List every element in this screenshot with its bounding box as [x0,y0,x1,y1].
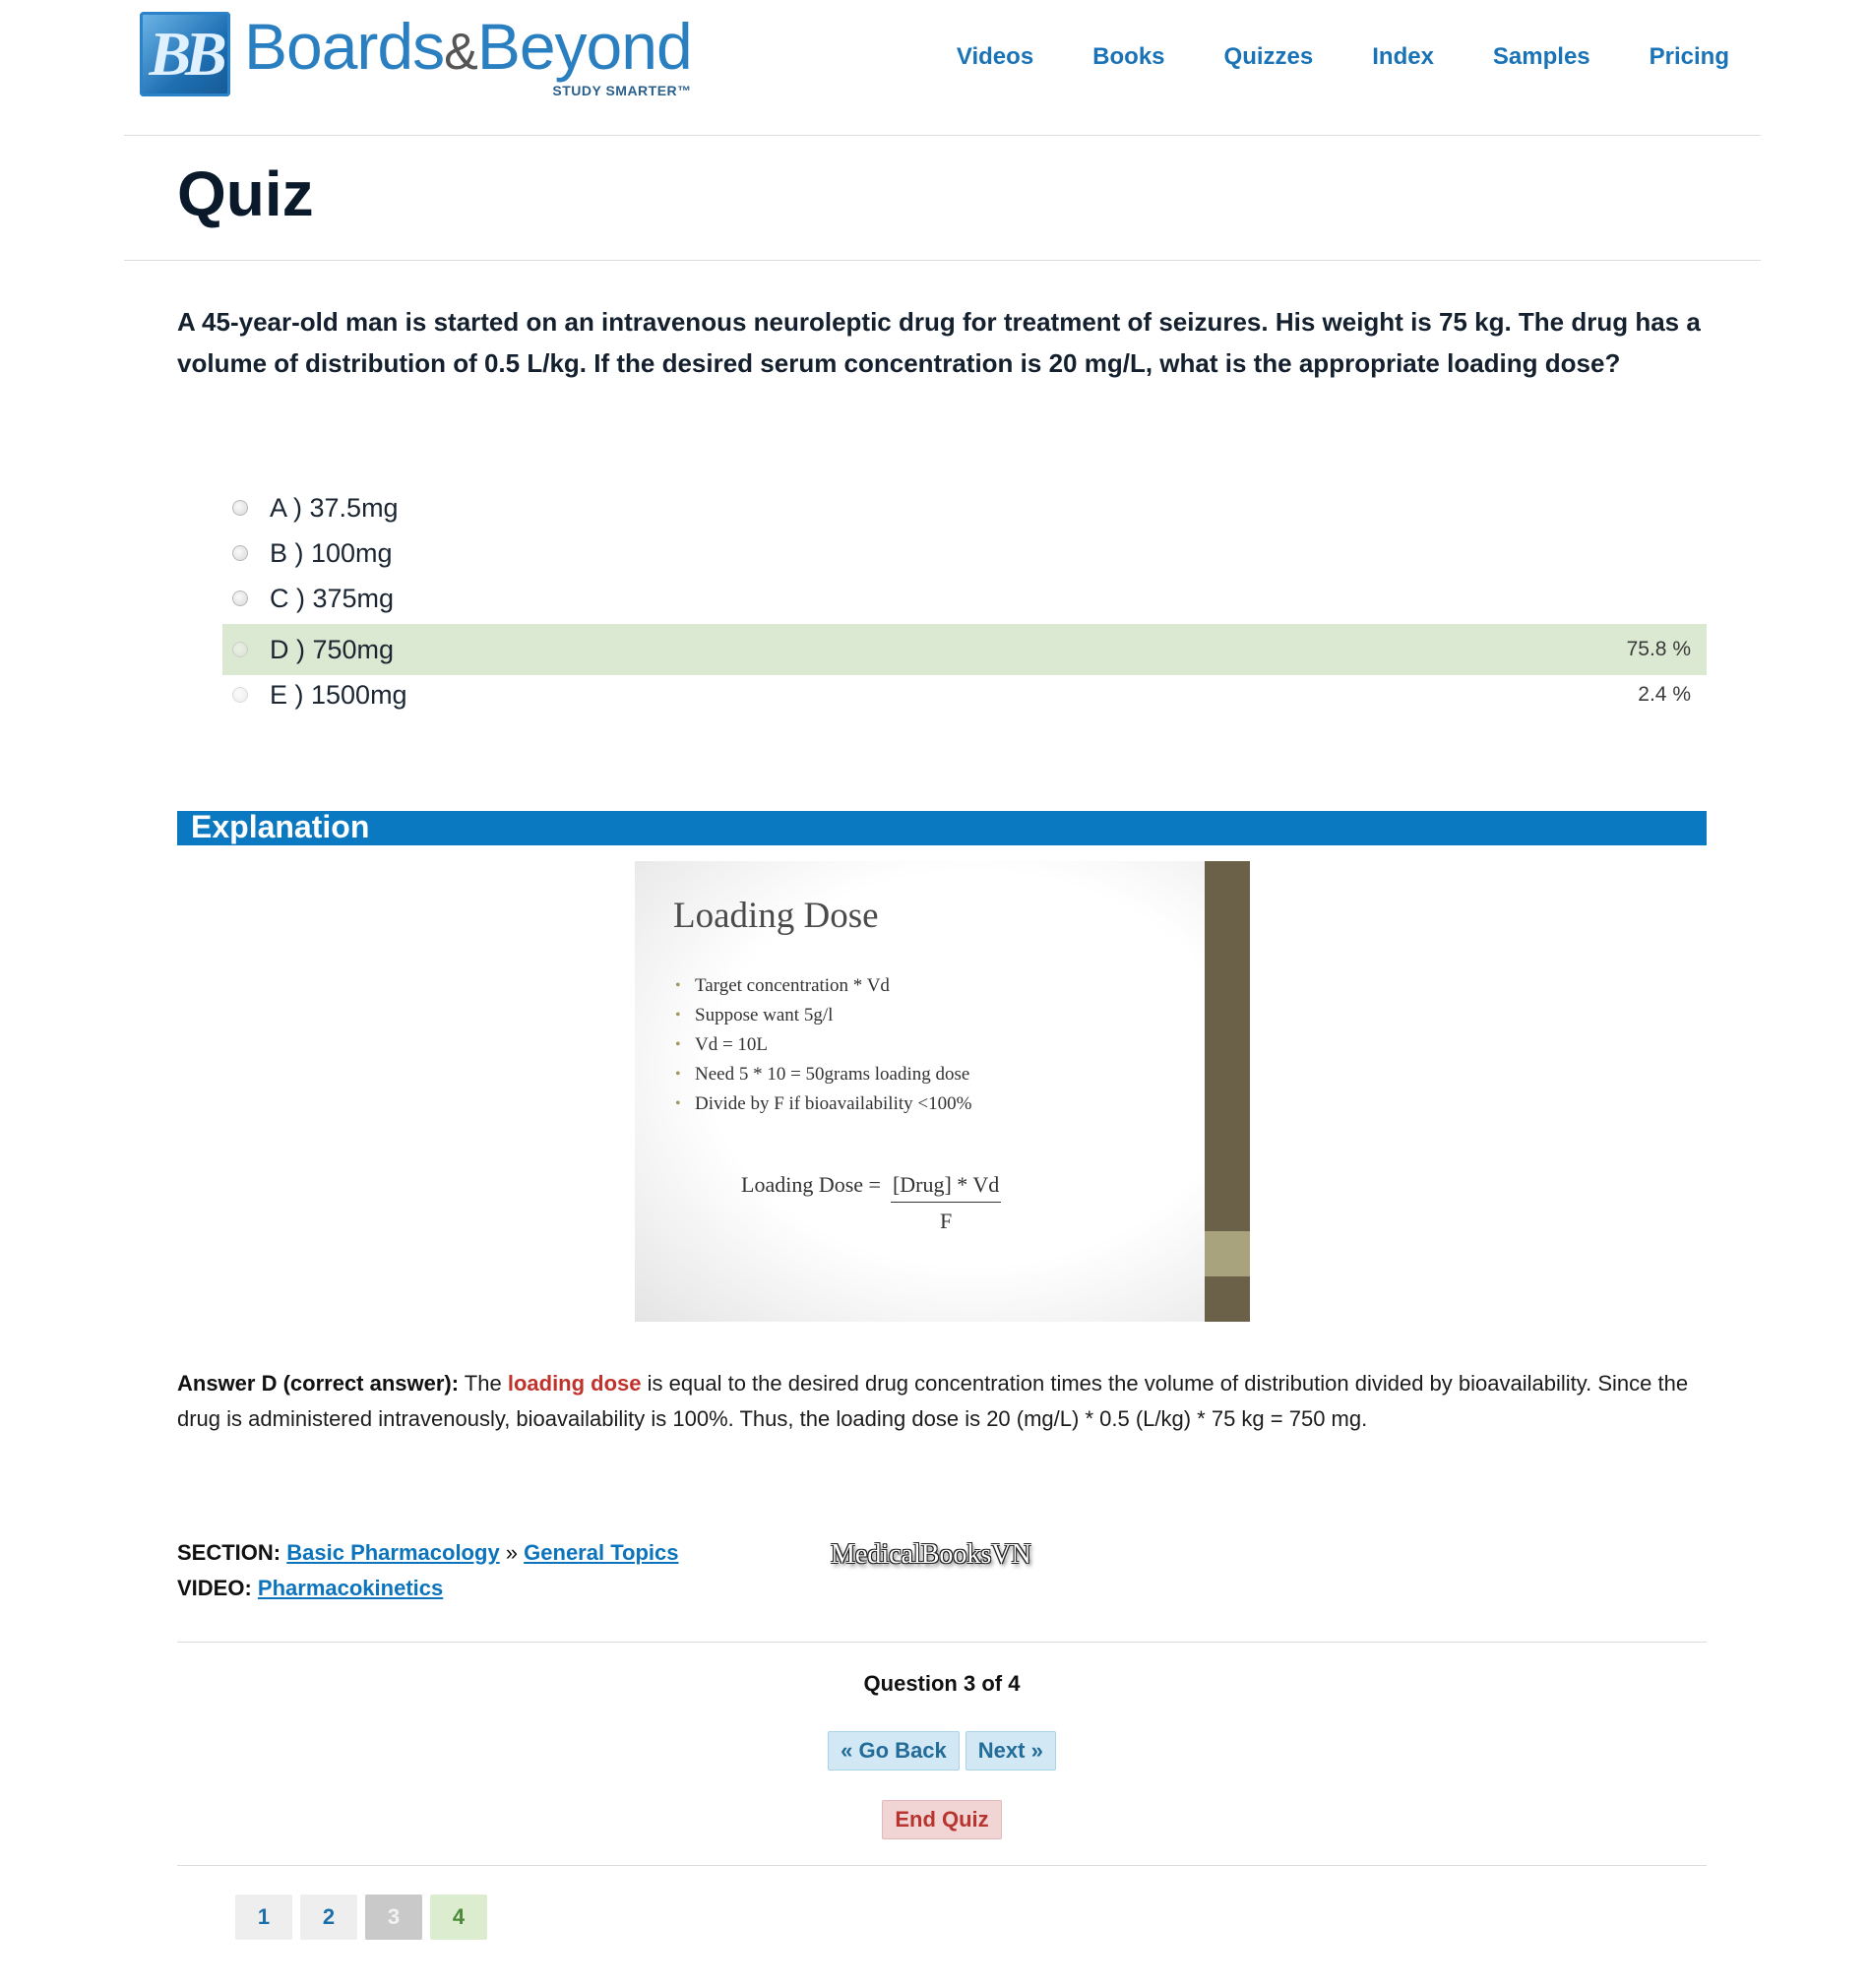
option-label: E ) 1500mg [270,679,407,710]
formula-numerator: [Drug] * Vd [890,1172,1002,1203]
answer-pre: The [459,1371,508,1396]
logo-badge-icon: BB [140,12,230,96]
section-line: SECTION: Basic Pharmacology » General To… [177,1535,678,1571]
radio-icon[interactable] [232,500,248,516]
logo-wordmark: Boards&Beyond STUDY SMARTER™ [244,10,693,100]
go-back-button[interactable]: « Go Back [828,1731,960,1771]
radio-icon[interactable] [232,545,248,561]
page-3-button-current[interactable]: 3 [365,1895,422,1940]
nav-videos[interactable]: Videos [957,43,1033,71]
slide-formula: Loading Dose = [Drug] * Vd F [741,1172,1002,1234]
option-label: C ) 375mg [270,583,395,613]
slide-bullet: Suppose want 5g/l [673,1001,971,1030]
explanation-header: Explanation [177,809,1707,845]
explanation-title: Explanation [191,809,370,844]
slide-title: Loading Dose [673,896,879,936]
option-label: A ) 37.5mg [270,492,399,523]
site-header: BB Boards&Beyond STUDY SMARTER™ Videos B… [124,0,1761,136]
slide-stripe-chip [1205,1231,1250,1276]
option-d-correct[interactable]: D ) 750mg 75.8 % [222,624,1707,675]
site-logo[interactable]: BB Boards&Beyond STUDY SMARTER™ [140,10,693,100]
option-c[interactable]: C ) 375mg [222,573,1707,624]
divider [177,1865,1707,1866]
page-title: Quiz [177,158,314,229]
slide-bullet: Target concentration * Vd [673,971,971,1001]
logo-name-right: Beyond [476,10,693,83]
end-quiz-wrap: End Quiz [177,1800,1707,1839]
nav-index[interactable]: Index [1372,43,1434,71]
logo-name-left: Boards [244,10,445,83]
logo-name-amp: & [444,24,478,81]
logo-tagline: STUDY SMARTER™ [552,83,692,98]
divider [177,1642,1707,1643]
section-link-general-topics[interactable]: General Topics [524,1540,678,1565]
slide-bullet: Vd = 10L [673,1030,971,1060]
end-quiz-button[interactable]: End Quiz [882,1800,1002,1839]
video-line: VIDEO: Pharmacokinetics [177,1571,678,1606]
watermark: MedicalBooksVN [831,1539,1031,1570]
question-text: A 45-year-old man is started on an intra… [177,307,1701,378]
slide-bullet: Need 5 * 10 = 50grams loading dose [673,1060,971,1089]
section-separator: » [499,1540,525,1565]
formula-fraction: [Drug] * Vd F [890,1172,1002,1234]
radio-icon[interactable] [232,642,248,657]
slide-side-stripe [1205,861,1250,1322]
question-meta: SECTION: Basic Pharmacology » General To… [177,1535,678,1606]
section-label: SECTION: [177,1540,281,1565]
option-e[interactable]: E ) 1500mg 2.4 % [222,669,1707,720]
quiz-navigation: « Go Back Next » [177,1731,1707,1771]
nav-quizzes[interactable]: Quizzes [1224,43,1314,71]
nav-pricing[interactable]: Pricing [1650,43,1729,71]
option-a[interactable]: A ) 37.5mg [222,482,1707,533]
slide-bullets: Target concentration * Vd Suppose want 5… [673,971,971,1119]
nav-samples[interactable]: Samples [1493,43,1590,71]
next-button[interactable]: Next » [965,1731,1056,1771]
video-link-pharmacokinetics[interactable]: Pharmacokinetics [258,1576,443,1600]
section-link-basic-pharmacology[interactable]: Basic Pharmacology [286,1540,499,1565]
option-b[interactable]: B ) 100mg [222,528,1707,579]
formula-left: Loading Dose = [741,1172,881,1197]
question-counter: Question 3 of 4 [863,1671,1021,1696]
option-percentage: 75.8 % [1626,638,1691,660]
option-label: D ) 750mg [270,634,395,664]
page-4-button[interactable]: 4 [430,1895,487,1940]
option-label: B ) 100mg [270,537,393,568]
question-pager: 1 2 3 4 [235,1895,487,1940]
title-band: Quiz [124,136,1761,261]
explanation-slide-image: Loading Dose Target concentration * Vd S… [635,861,1250,1322]
formula-denominator: F [939,1209,953,1233]
answer-explanation: Answer D (correct answer): The loading d… [177,1366,1707,1437]
answer-highlight: loading dose [507,1371,642,1396]
answer-lead: Answer D (correct answer): [177,1371,460,1396]
page-2-button[interactable]: 2 [300,1895,357,1940]
main-nav: Videos Books Quizzes Index Samples Prici… [957,43,1729,71]
video-label: VIDEO: [177,1576,252,1600]
nav-books[interactable]: Books [1092,43,1164,71]
page-1-button[interactable]: 1 [235,1895,292,1940]
radio-icon[interactable] [232,687,248,703]
option-percentage: 2.4 % [1638,683,1691,706]
radio-icon[interactable] [232,590,248,606]
slide-bullet: Divide by F if bioavailability <100% [673,1089,971,1119]
